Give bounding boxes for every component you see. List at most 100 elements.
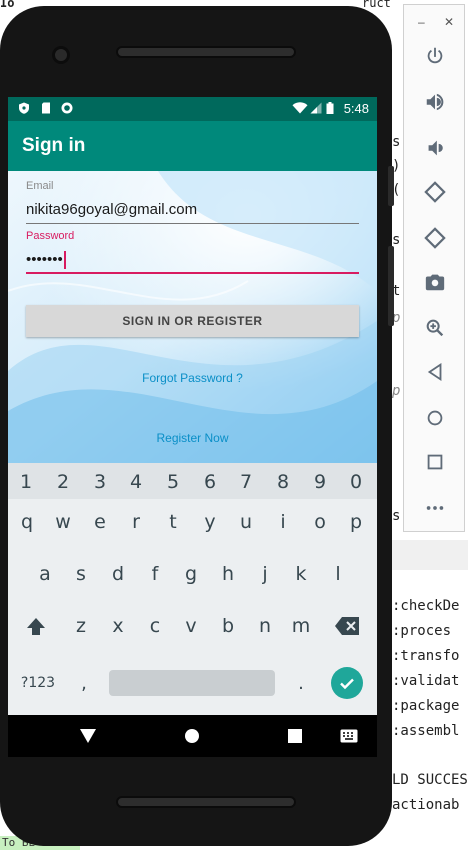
key-9[interactable]: 9 [306,471,334,493]
code-line: s [392,134,401,150]
nav-back-icon[interactable] [77,725,99,747]
back-triangle-icon[interactable] [422,359,448,385]
minimize-icon[interactable]: – [418,15,425,29]
backspace-icon[interactable] [335,615,361,637]
key-d[interactable]: d [104,563,132,585]
key-n[interactable]: n [251,615,279,637]
password-label: Password [26,230,75,242]
key-8[interactable]: 8 [269,471,297,493]
key-h[interactable]: h [214,563,242,585]
volume-up-icon[interactable] [422,89,448,115]
build-line: :proces [392,623,452,639]
key-m[interactable]: m [287,615,315,637]
email-field[interactable]: nikita96goyal@gmail.com [26,201,359,218]
key-2[interactable]: 2 [49,471,77,493]
side-button-volume[interactable] [388,246,394,326]
key-z[interactable]: z [67,615,95,637]
key-u[interactable]: u [232,511,260,533]
key-r[interactable]: r [122,511,150,533]
build-line: :transfo [392,648,460,664]
key-enter[interactable] [331,667,363,699]
camera-icon[interactable] [422,269,448,295]
key-v[interactable]: v [177,615,205,637]
keyboard-row-4: ?123 , . [8,663,377,699]
bottom-speaker [116,796,296,808]
key-b[interactable]: b [214,615,242,637]
key-0[interactable]: 0 [342,471,370,493]
wifi-icon [292,102,308,114]
rotate-left-icon[interactable] [422,179,448,205]
key-7[interactable]: 7 [232,471,260,493]
key-3[interactable]: 3 [86,471,114,493]
email-label: Email [26,180,54,192]
key-l[interactable]: l [324,563,352,585]
sd-card-icon [42,102,50,114]
key-s[interactable]: s [67,563,95,585]
key-comma[interactable]: , [70,673,98,694]
key-symbols[interactable]: ?123 [18,675,58,691]
volume-down-icon[interactable] [422,135,448,161]
key-period[interactable]: . [287,673,315,694]
register-now-link[interactable]: Register Now [8,431,377,445]
front-camera [52,46,70,64]
ide-top-fragment: Io [0,0,15,10]
key-a[interactable]: a [31,563,59,585]
key-k[interactable]: k [287,563,315,585]
key-c[interactable]: c [141,615,169,637]
nav-keyboard-icon[interactable] [338,725,360,747]
build-line: :checkDe [392,598,460,614]
status-bar: 5:48 [8,97,377,121]
key-t[interactable]: t [159,511,187,533]
key-p[interactable]: p [342,511,370,533]
soft-keyboard: 1 2 3 4 5 6 7 8 9 0 q w e r t y u i o p … [8,463,377,715]
earpiece-speaker [116,46,296,58]
key-w[interactable]: w [49,511,77,533]
key-e[interactable]: e [86,511,114,533]
key-y[interactable]: y [196,511,224,533]
key-x[interactable]: x [104,615,132,637]
key-q[interactable]: q [13,511,41,533]
build-line: actionab [392,797,460,813]
key-g[interactable]: g [177,563,205,585]
overview-square-icon[interactable] [422,449,448,475]
key-f[interactable]: f [141,563,169,585]
nav-home-icon[interactable] [181,725,203,747]
key-6[interactable]: 6 [196,471,224,493]
close-icon[interactable]: ✕ [444,15,454,29]
key-space[interactable] [109,670,275,696]
side-button-power[interactable] [388,166,394,206]
key-1[interactable]: 1 [12,471,40,493]
password-field[interactable]: ••••••• [26,251,359,270]
text-cursor [63,251,66,270]
signin-register-button[interactable]: SIGN IN OR REGISTER [26,305,359,337]
home-circle-icon[interactable] [422,405,448,431]
ide-panel-divider [392,540,468,570]
build-line: LD SUCCES [392,772,468,788]
power-icon[interactable] [422,43,448,69]
code-line: s [392,508,401,524]
build-line: :assembl [392,723,460,739]
password-value: ••••••• [26,251,63,268]
nav-overview-icon[interactable] [284,725,306,747]
navigation-bar [8,715,377,757]
more-icon[interactable] [422,495,448,521]
key-4[interactable]: 4 [122,471,150,493]
key-i[interactable]: i [269,511,297,533]
forgot-password-link[interactable]: Forgot Password ? [8,371,377,385]
build-line: :package [392,698,460,714]
app-toolbar: Sign in [8,121,377,171]
rotate-right-icon[interactable] [422,225,448,251]
key-j[interactable]: j [251,563,279,585]
build-line: :validat [392,673,460,689]
key-5[interactable]: 5 [159,471,187,493]
phone-screen: 5:48 Sign in Email nikita96goyal@gmail.c… [8,97,377,757]
key-o[interactable]: o [306,511,334,533]
page-title: Sign in [22,135,86,156]
zoom-icon[interactable] [422,315,448,341]
password-underline [26,272,359,274]
record-circle-icon [61,102,73,114]
status-clock: 5:48 [343,101,369,116]
email-underline [26,223,359,224]
shift-icon[interactable] [24,615,48,639]
code-line: p [392,383,401,399]
